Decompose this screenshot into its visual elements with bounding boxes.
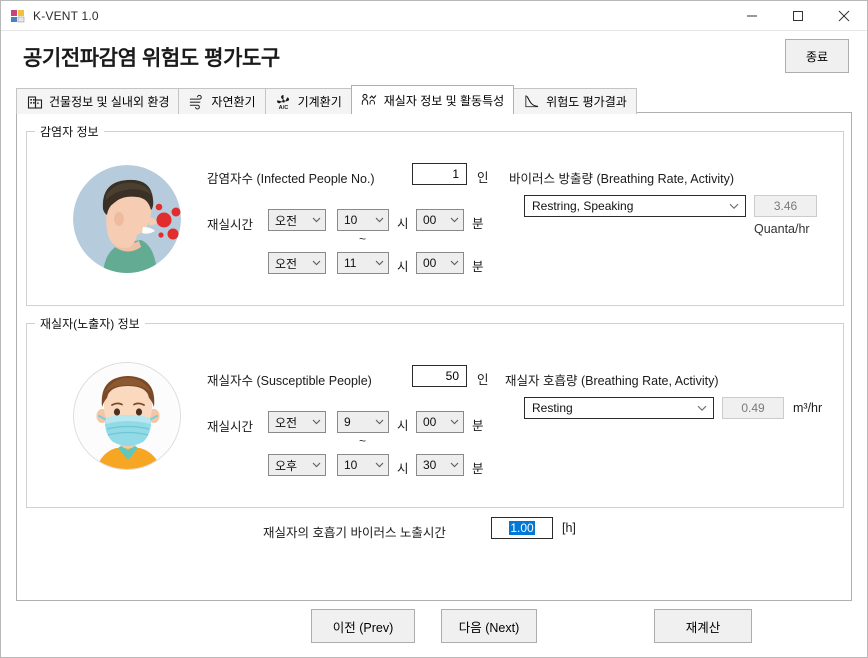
chevron-down-icon	[308, 419, 325, 425]
chevron-down-icon	[446, 217, 463, 223]
tab-risk-result[interactable]: 위험도 평가결과	[513, 88, 637, 114]
prev-button[interactable]: 이전 (Prev)	[311, 609, 415, 643]
infected-end-minute-select[interactable]: 00	[416, 252, 464, 274]
masked-person-avatar	[73, 362, 181, 470]
infected-count-input[interactable]: 1	[412, 163, 467, 185]
chevron-down-icon	[446, 419, 463, 425]
occupant-start-ampm-select[interactable]: 오전	[268, 411, 326, 433]
tab-mechanical-ventilation[interactable]: A/C 기계환기	[264, 88, 352, 114]
minimize-icon[interactable]	[729, 1, 775, 31]
chevron-down-icon	[691, 405, 713, 412]
exposure-time-label: 재실자의 호흡기 바이러스 노출시간	[263, 526, 446, 540]
group-occupant-info: 재실자(노출자) 정보 재실자수 (Susceptible People) 50…	[26, 315, 844, 508]
tab-label: 건물정보 및 실내외 환경	[49, 95, 170, 109]
breathing-rate-label: 재실자 호흡량 (Breathing Rate, Activity)	[505, 374, 719, 388]
infected-start-ampm-select[interactable]: 오전	[268, 209, 326, 231]
infected-count-label: 감염자수 (Infected People No.)	[207, 172, 375, 186]
occupant-end-minute-select[interactable]: 30	[416, 454, 464, 476]
tab-building-info[interactable]: 건물정보 및 실내외 환경	[16, 88, 180, 114]
tab-strip: 건물정보 및 실내외 환경 자연환기 A/C 기계환기 재실자 정보 및 활동특…	[1, 83, 867, 114]
tab-page-occupant-info: 감염자 정보 감염자수 (Infected People No.) 1 인 재실…	[16, 112, 852, 601]
infected-start-hour-select[interactable]: 10	[337, 209, 389, 231]
tab-label: 위험도 평가결과	[546, 95, 627, 109]
infected-count-unit: 인	[477, 171, 489, 185]
close-icon[interactable]	[821, 1, 867, 31]
infected-start-minute-unit: 분	[472, 217, 484, 231]
wind-icon	[188, 93, 205, 110]
next-button[interactable]: 다음 (Next)	[441, 609, 537, 643]
decay-curve-icon	[523, 93, 540, 110]
chevron-down-icon	[308, 260, 325, 266]
people-activity-icon	[361, 92, 378, 109]
occupant-count-label: 재실자수 (Susceptible People)	[207, 374, 372, 388]
chevron-down-icon	[371, 419, 388, 425]
chevron-down-icon	[308, 217, 325, 223]
header: 공기전파감염 위험도 평가도구 종료	[1, 31, 867, 83]
infected-start-minute-select[interactable]: 00	[416, 209, 464, 231]
infected-time-range-tilde: ~	[359, 232, 367, 246]
group-title: 감염자 정보	[35, 123, 104, 140]
window-controls	[729, 1, 867, 31]
breathing-rate-value: 0.49	[722, 397, 784, 419]
occupant-start-hour-unit: 시	[397, 419, 409, 433]
occupant-start-hour-select[interactable]: 9	[337, 411, 389, 433]
tab-label: 기계환기	[297, 95, 342, 109]
occupant-start-minute-unit: 분	[472, 419, 484, 433]
maximize-icon[interactable]	[775, 1, 821, 31]
occupant-end-hour-select[interactable]: 10	[337, 454, 389, 476]
group-title: 재실자(노출자) 정보	[35, 315, 145, 332]
exit-button[interactable]: 종료	[785, 39, 849, 73]
chevron-down-icon	[371, 260, 388, 266]
title-bar: K-VENT 1.0	[1, 1, 867, 31]
ac-fan-icon: A/C	[275, 93, 292, 110]
app-grid-icon	[10, 8, 26, 24]
occupant-count-unit: 인	[477, 373, 489, 387]
button-bar: 이전 (Prev) 다음 (Next) 재계산	[1, 601, 867, 657]
page-title: 공기전파감염 위험도 평가도구	[23, 47, 280, 70]
infected-end-ampm-select[interactable]: 오전	[268, 252, 326, 274]
infected-end-minute-unit: 분	[472, 260, 484, 274]
window-title: K-VENT 1.0	[33, 8, 99, 23]
building-icon	[26, 93, 43, 110]
tab-occupant-info[interactable]: 재실자 정보 및 활동특성	[350, 85, 515, 114]
virus-emission-unit: Quanta/hr	[754, 222, 810, 236]
occupant-end-ampm-select[interactable]: 오후	[268, 454, 326, 476]
virus-emission-value: 3.46	[754, 195, 817, 217]
app-window: K-VENT 1.0 공기전파감염 위험도 평가도구 종료 건물정보 및 실내외…	[0, 0, 868, 658]
infected-person-avatar	[73, 165, 181, 273]
occupant-time-label: 재실시간	[207, 420, 254, 434]
occupant-time-range-tilde: ~	[359, 434, 367, 448]
occupant-end-minute-unit: 분	[472, 462, 484, 476]
chevron-down-icon	[371, 462, 388, 468]
exposure-time-input[interactable]: 1.00	[491, 517, 553, 539]
infected-end-hour-select[interactable]: 11	[337, 252, 389, 274]
tab-natural-ventilation[interactable]: 자연환기	[178, 88, 266, 114]
breathing-rate-unit: m³/hr	[793, 401, 823, 415]
infected-time-label: 재실시간	[207, 218, 254, 232]
chevron-down-icon	[371, 217, 388, 223]
title-bar-left: K-VENT 1.0	[1, 8, 729, 24]
infected-start-hour-unit: 시	[397, 217, 409, 231]
svg-text:A/C: A/C	[278, 105, 288, 110]
occupant-start-minute-select[interactable]: 00	[416, 411, 464, 433]
group-infected-info: 감염자 정보 감염자수 (Infected People No.) 1 인 재실…	[26, 123, 844, 306]
tab-label: 재실자 정보 및 활동특성	[383, 93, 505, 108]
virus-emission-label: 바이러스 방출량 (Breathing Rate, Activity)	[509, 172, 735, 186]
chevron-down-icon	[446, 260, 463, 266]
virus-emission-activity-select[interactable]: Restring, Speaking	[524, 195, 746, 217]
chevron-down-icon	[308, 462, 325, 468]
infected-end-hour-unit: 시	[397, 260, 409, 274]
occupant-count-input[interactable]: 50	[412, 365, 467, 387]
exposure-time-unit: [h]	[562, 521, 576, 535]
tab-label: 자연환기	[211, 95, 256, 109]
occupant-end-hour-unit: 시	[397, 462, 409, 476]
recalculate-button[interactable]: 재계산	[654, 609, 752, 643]
chevron-down-icon	[723, 203, 745, 210]
breathing-rate-activity-select[interactable]: Resting	[524, 397, 714, 419]
chevron-down-icon	[446, 462, 463, 468]
